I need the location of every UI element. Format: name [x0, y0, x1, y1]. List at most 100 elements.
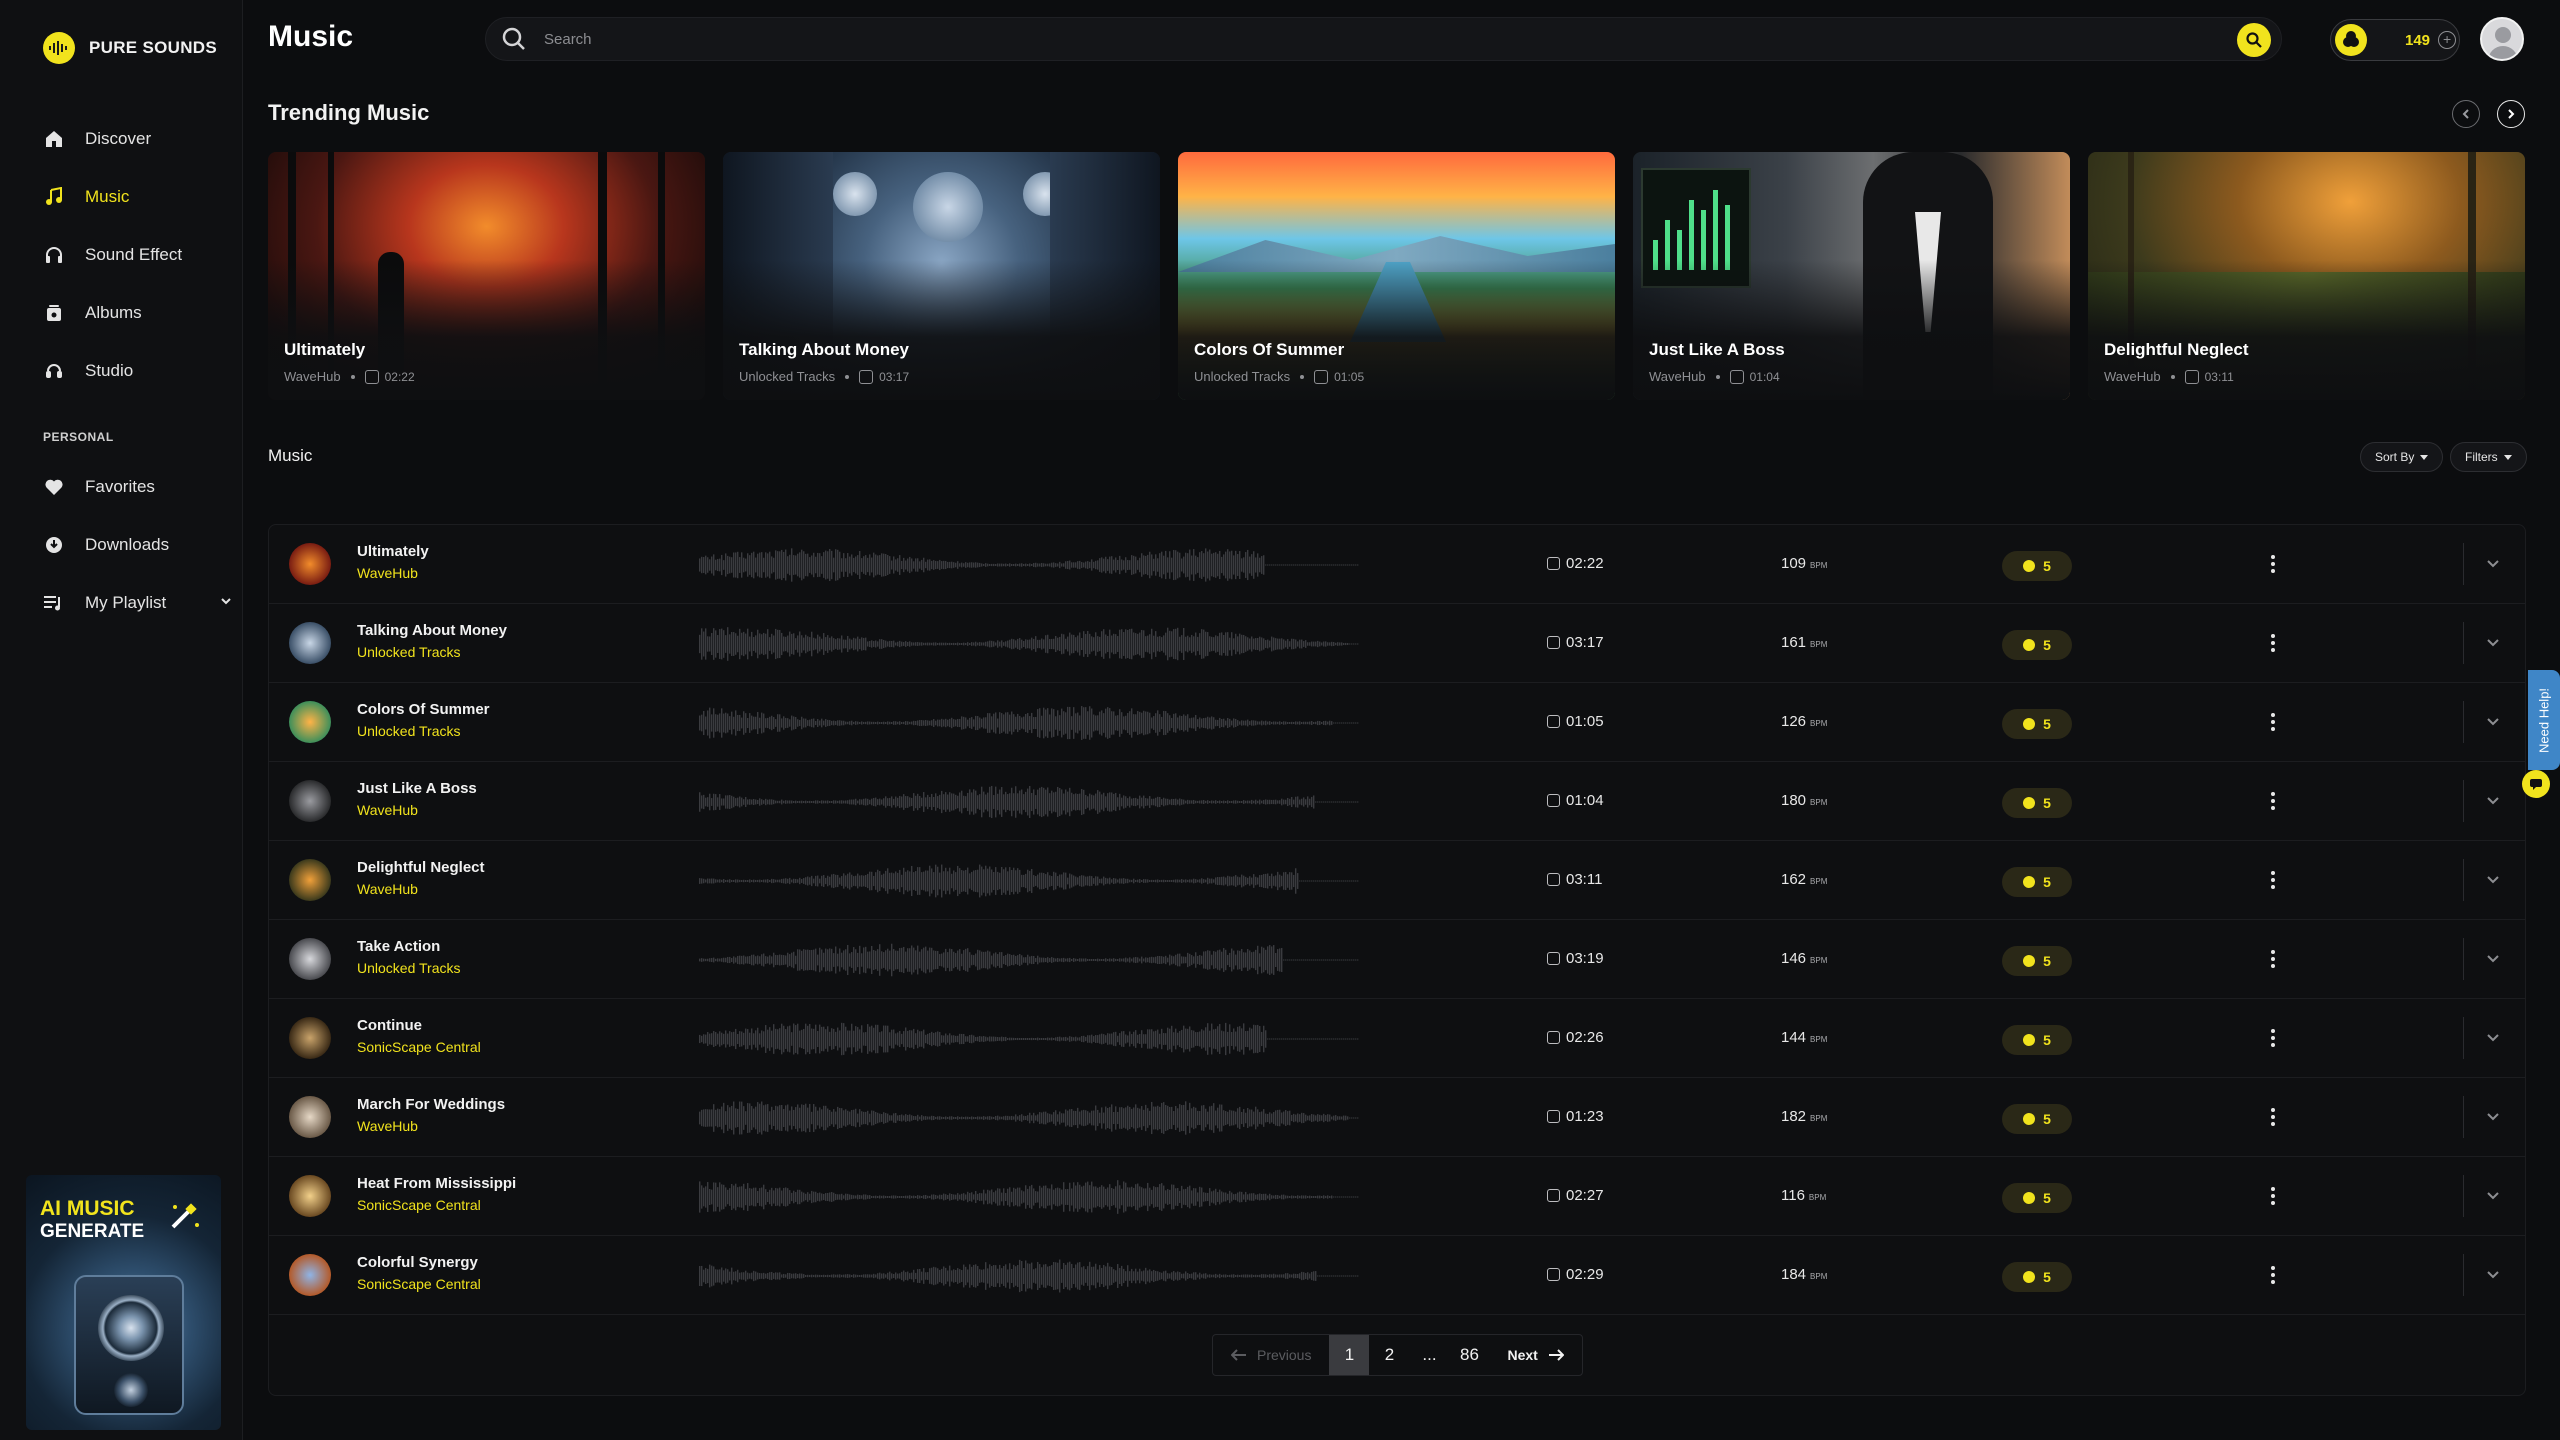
search-submit-button[interactable] — [2237, 23, 2271, 57]
credit-cost-badge[interactable]: 5 — [2002, 788, 2072, 818]
track-title[interactable]: March For Weddings — [357, 1096, 505, 1113]
waveform[interactable] — [699, 863, 1359, 899]
track-row[interactable]: Colorful Synergy SonicScape Central 02:2… — [269, 1236, 2525, 1315]
credits-balance[interactable]: 149 + — [2330, 19, 2460, 61]
track-title[interactable]: Colors Of Summer — [357, 701, 490, 718]
filters-button[interactable]: Filters — [2450, 442, 2527, 472]
track-row[interactable]: Talking About Money Unlocked Tracks 03:1… — [269, 604, 2525, 683]
track-title[interactable]: Ultimately — [357, 543, 429, 560]
chevron-down-icon[interactable] — [2485, 792, 2501, 808]
waveform[interactable] — [699, 705, 1359, 741]
waveform[interactable] — [699, 626, 1359, 662]
chevron-down-icon[interactable] — [2485, 871, 2501, 887]
trending-card[interactable]: Colors Of Summer Unlocked Tracks 01:05 — [1178, 152, 1615, 400]
track-thumbnail[interactable] — [289, 1175, 331, 1217]
credit-cost-badge[interactable]: 5 — [2002, 1025, 2072, 1055]
nav-item-music[interactable]: Music — [43, 168, 233, 226]
track-title[interactable]: Talking About Money — [357, 622, 507, 639]
ai-music-promo-banner[interactable]: AI MUSIC GENERATE — [26, 1175, 221, 1430]
page-button-1[interactable]: 1 — [1329, 1335, 1370, 1375]
track-thumbnail[interactable] — [289, 780, 331, 822]
user-avatar[interactable] — [2480, 17, 2524, 61]
track-row[interactable]: Heat From Mississippi SonicScape Central… — [269, 1157, 2525, 1236]
credit-cost-badge[interactable]: 5 — [2002, 1183, 2072, 1213]
nav-item-downloads[interactable]: Downloads — [43, 516, 233, 574]
chevron-down-icon[interactable] — [2485, 1187, 2501, 1203]
track-artist[interactable]: WaveHub — [357, 565, 418, 581]
track-row[interactable]: Colors Of Summer Unlocked Tracks 01:05 1… — [269, 683, 2525, 762]
more-options-icon[interactable] — [2263, 1102, 2283, 1132]
trending-card[interactable]: Just Like A Boss WaveHub 01:04 — [1633, 152, 2070, 400]
track-thumbnail[interactable] — [289, 701, 331, 743]
credit-cost-badge[interactable]: 5 — [2002, 551, 2072, 581]
waveform[interactable] — [699, 784, 1359, 820]
track-row[interactable]: Delightful Neglect WaveHub 03:11 162 BPM … — [269, 841, 2525, 920]
track-thumbnail[interactable] — [289, 1096, 331, 1138]
track-title[interactable]: Heat From Mississippi — [357, 1175, 516, 1192]
trending-card[interactable]: Delightful Neglect WaveHub 03:11 — [2088, 152, 2525, 400]
track-artist[interactable]: SonicScape Central — [357, 1197, 481, 1213]
add-credits-icon[interactable]: + — [2438, 31, 2457, 49]
brand[interactable]: PURE SOUNDS — [43, 32, 217, 64]
nav-item-favorites[interactable]: Favorites — [43, 458, 233, 516]
chevron-down-icon[interactable] — [2485, 950, 2501, 966]
more-options-icon[interactable] — [2263, 1023, 2283, 1053]
page-button-86[interactable]: 86 — [1449, 1335, 1489, 1375]
nav-item-my-playlist[interactable]: My Playlist — [43, 574, 233, 632]
waveform[interactable] — [699, 547, 1359, 583]
credit-cost-badge[interactable]: 5 — [2002, 709, 2072, 739]
track-thumbnail[interactable] — [289, 859, 331, 901]
page-button-2[interactable]: 2 — [1369, 1335, 1409, 1375]
search-input[interactable] — [544, 30, 2144, 48]
track-artist[interactable]: Unlocked Tracks — [357, 644, 460, 660]
more-options-icon[interactable] — [2263, 1260, 2283, 1290]
trending-card[interactable]: Ultimately WaveHub 02:22 — [268, 152, 705, 400]
track-thumbnail[interactable] — [289, 938, 331, 980]
track-row[interactable]: Just Like A Boss WaveHub 01:04 180 BPM 5 — [269, 762, 2525, 841]
track-artist[interactable]: SonicScape Central — [357, 1276, 481, 1292]
more-options-icon[interactable] — [2263, 944, 2283, 974]
waveform[interactable] — [699, 1258, 1359, 1294]
track-thumbnail[interactable] — [289, 1254, 331, 1296]
waveform[interactable] — [699, 1021, 1359, 1057]
nav-item-sound-effect[interactable]: Sound Effect — [43, 226, 233, 284]
nav-item-albums[interactable]: Albums — [43, 284, 233, 342]
track-title[interactable]: Just Like A Boss — [357, 780, 477, 797]
nav-item-discover[interactable]: Discover — [43, 110, 233, 168]
credit-cost-badge[interactable]: 5 — [2002, 946, 2072, 976]
waveform[interactable] — [699, 942, 1359, 978]
chevron-down-icon[interactable] — [219, 593, 233, 613]
more-options-icon[interactable] — [2263, 1181, 2283, 1211]
track-row[interactable]: March For Weddings WaveHub 01:23 182 BPM … — [269, 1078, 2525, 1157]
track-title[interactable]: Delightful Neglect — [357, 859, 485, 876]
track-artist[interactable]: WaveHub — [357, 802, 418, 818]
need-help-tab[interactable]: Need Help! — [2528, 670, 2560, 770]
trending-prev-button[interactable] — [2452, 100, 2480, 128]
credit-cost-badge[interactable]: 5 — [2002, 867, 2072, 897]
more-options-icon[interactable] — [2263, 786, 2283, 816]
trending-card[interactable]: Talking About Money Unlocked Tracks 03:1… — [723, 152, 1160, 400]
trending-next-button[interactable] — [2497, 100, 2525, 128]
credit-cost-badge[interactable]: 5 — [2002, 1104, 2072, 1134]
next-page-button[interactable]: Next — [1489, 1335, 1581, 1375]
track-artist[interactable]: SonicScape Central — [357, 1039, 481, 1055]
track-row[interactable]: Ultimately WaveHub 02:22 109 BPM 5 — [269, 525, 2525, 604]
track-title[interactable]: Colorful Synergy — [357, 1254, 478, 1271]
chevron-down-icon[interactable] — [2485, 555, 2501, 571]
more-options-icon[interactable] — [2263, 707, 2283, 737]
track-artist[interactable]: WaveHub — [357, 1118, 418, 1134]
chevron-down-icon[interactable] — [2485, 1266, 2501, 1282]
track-thumbnail[interactable] — [289, 543, 331, 585]
track-title[interactable]: Take Action — [357, 938, 440, 955]
chat-icon[interactable] — [2522, 770, 2550, 798]
track-artist[interactable]: WaveHub — [357, 881, 418, 897]
previous-page-button[interactable]: Previous — [1213, 1335, 1329, 1375]
track-artist[interactable]: Unlocked Tracks — [357, 723, 460, 739]
waveform[interactable] — [699, 1179, 1359, 1215]
more-options-icon[interactable] — [2263, 549, 2283, 579]
track-thumbnail[interactable] — [289, 1017, 331, 1059]
chevron-down-icon[interactable] — [2485, 713, 2501, 729]
track-row[interactable]: Take Action Unlocked Tracks 03:19 146 BPM… — [269, 920, 2525, 999]
more-options-icon[interactable] — [2263, 628, 2283, 658]
nav-item-studio[interactable]: Studio — [43, 342, 233, 400]
